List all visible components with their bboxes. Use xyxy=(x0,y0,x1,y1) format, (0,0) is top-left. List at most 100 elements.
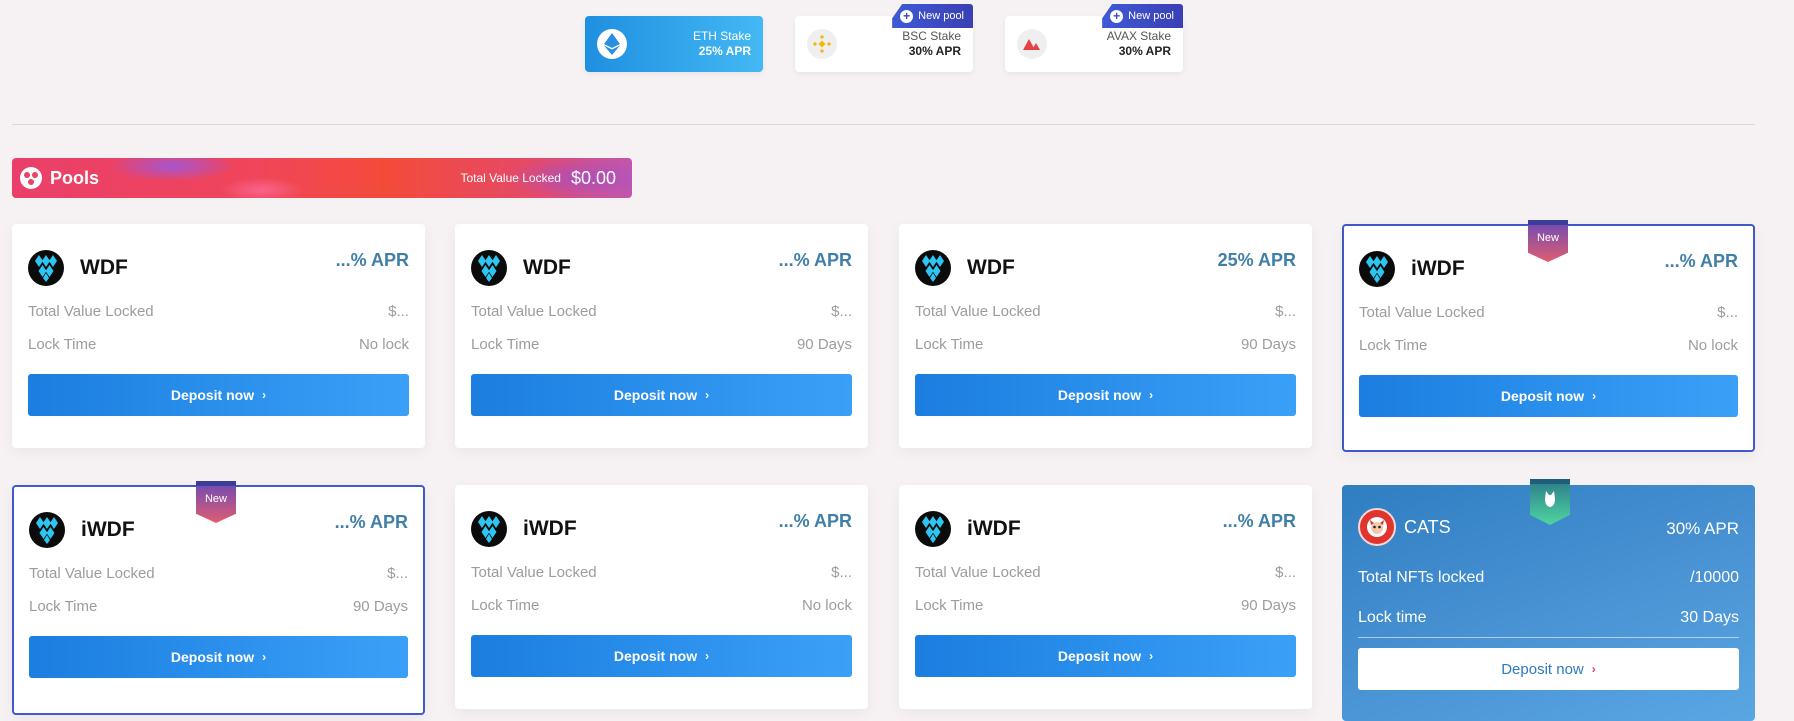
lock-time-value: No lock xyxy=(358,336,409,353)
token-name: CATS xyxy=(1404,516,1451,537)
plus-icon: + xyxy=(1110,9,1124,23)
deposit-button[interactable]: Deposit now › xyxy=(1359,375,1738,417)
apr-value: 30% APR xyxy=(1666,519,1739,538)
deposit-button[interactable]: Deposit now › xyxy=(915,374,1296,416)
deposit-label: Deposit now xyxy=(1057,648,1142,664)
new-pool-label: New pool xyxy=(1128,10,1174,22)
token-name: WDF xyxy=(967,256,1015,279)
apr-value: ...% APR xyxy=(1664,251,1738,271)
divider xyxy=(12,124,1755,125)
chain-tab-name: BSC Stake xyxy=(902,29,961,43)
chevron-right-icon: › xyxy=(1149,388,1154,402)
token-name: iWDF xyxy=(523,517,577,540)
new-pool-tag: + New pool xyxy=(892,4,973,28)
wdf-token-icon xyxy=(29,512,65,548)
chain-tab-name: ETH Stake xyxy=(692,29,751,43)
tvl-label: Total Value Locked xyxy=(915,564,1041,581)
lock-time-label: Lock Time xyxy=(28,336,97,353)
apr-value: ...% APR xyxy=(1222,511,1296,531)
chevron-right-icon: › xyxy=(1591,662,1596,676)
lock-time-value: 90 Days xyxy=(796,336,852,353)
chevron-right-icon: › xyxy=(1149,649,1154,663)
nfts-locked-label: Total NFTs locked xyxy=(1358,569,1485,586)
wdf-token-icon xyxy=(1359,251,1395,287)
tvl-label: Total Value Locked xyxy=(471,564,597,581)
chain-tab-apr: 30% APR xyxy=(1118,44,1171,58)
chain-tab-apr: 25% APR xyxy=(698,44,751,58)
lock-time-value: 30 Days xyxy=(1680,608,1739,626)
plus-icon: + xyxy=(900,9,914,23)
tvl-value: $... xyxy=(831,564,852,581)
tvl-value: $... xyxy=(1275,303,1296,320)
nfts-locked-value: /10000 xyxy=(1690,569,1739,586)
chain-tab-eth[interactable]: ETH Stake 25% APR xyxy=(585,16,763,72)
deposit-button[interactable]: Deposit now › xyxy=(29,636,408,678)
new-pool-label: New pool xyxy=(918,10,964,22)
deposit-button[interactable]: Deposit now › xyxy=(471,374,852,416)
chain-tabs: ETH Stake 25% APR + New pool BSC Stake 3… xyxy=(585,4,1183,72)
chain-tab-bsc[interactable]: + New pool BSC Stake 30% APR xyxy=(795,4,973,72)
pools-title: Pools xyxy=(50,167,100,188)
lock-time-label: Lock Time xyxy=(915,336,984,353)
apr-value: ...% APR xyxy=(778,511,852,531)
tvl-label: Total Value Locked xyxy=(915,303,1041,320)
chain-tab-name: AVAX Stake xyxy=(1106,29,1171,43)
apr-value: ...% APR xyxy=(334,512,408,532)
lock-time-value: No lock xyxy=(801,597,852,614)
lock-time-value: 90 Days xyxy=(352,598,408,615)
wdf-token-icon xyxy=(28,250,64,286)
lock-time-value: 90 Days xyxy=(1240,597,1296,614)
lock-time-label: Lock time xyxy=(1358,608,1427,626)
wdf-token-icon xyxy=(471,511,507,547)
tvl-label: Total Value Locked xyxy=(471,303,597,320)
pool-card: WDF 25% APR Total Value Locked $... Lock … xyxy=(899,224,1312,448)
cat-paw-icon xyxy=(1545,491,1555,507)
new-ribbon-label: New xyxy=(204,493,227,505)
total-value-locked-value: $0.00 xyxy=(570,167,616,188)
tvl-label: Total Value Locked xyxy=(28,303,154,320)
token-name: iWDF xyxy=(1411,257,1465,280)
deposit-button[interactable]: Deposit now › xyxy=(1358,648,1739,690)
total-value-locked-label: Total Value Locked xyxy=(460,171,561,185)
chevron-right-icon: › xyxy=(1592,389,1597,403)
deposit-button[interactable]: Deposit now › xyxy=(28,374,409,416)
lock-time-label: Lock Time xyxy=(915,597,984,614)
lock-time-label: Lock Time xyxy=(471,597,540,614)
deposit-button[interactable]: Deposit now › xyxy=(471,635,852,677)
apr-value: 25% APR xyxy=(1217,250,1296,270)
ethereum-icon xyxy=(597,29,627,59)
apr-value: ...% APR xyxy=(778,250,852,270)
deposit-button[interactable]: Deposit now › xyxy=(915,635,1296,677)
chevron-right-icon: › xyxy=(705,649,710,663)
lock-time-label: Lock Time xyxy=(471,336,540,353)
chevron-right-icon: › xyxy=(262,388,267,402)
pools-icon xyxy=(20,167,42,189)
deposit-label: Deposit now xyxy=(1057,387,1142,403)
lock-time-value: 90 Days xyxy=(1240,336,1296,353)
chain-tab-apr: 30% APR xyxy=(908,44,961,58)
avalanche-icon xyxy=(1017,29,1047,59)
deposit-label: Deposit now xyxy=(1500,388,1585,404)
deposit-label: Deposit now xyxy=(613,387,698,403)
wdf-token-icon xyxy=(915,250,951,286)
token-name: WDF xyxy=(523,256,571,279)
lock-time-label: Lock Time xyxy=(1359,337,1428,354)
tvl-value: $... xyxy=(831,303,852,320)
pool-card: WDF ...% APR Total Value Locked $... Lock… xyxy=(12,224,425,448)
tvl-value: $... xyxy=(388,303,409,320)
new-pool-tag: + New pool xyxy=(1102,4,1183,28)
tvl-label: Total Value Locked xyxy=(1359,304,1485,321)
token-name: WDF xyxy=(80,256,128,279)
chain-tab-avax[interactable]: + New pool AVAX Stake 30% APR xyxy=(1005,4,1183,72)
pool-card: New iWDF ...% APR Total Value Locked $...… xyxy=(1342,220,1755,452)
deposit-label: Deposit now xyxy=(613,648,698,664)
cats-nft-pool-card: CATS 30% APR Total NFTs locked/10000 Loc… xyxy=(1342,479,1755,721)
chevron-right-icon: › xyxy=(262,650,267,664)
apr-value: ...% APR xyxy=(335,250,409,270)
new-ribbon-label: New xyxy=(1536,232,1559,244)
wdf-token-icon xyxy=(915,511,951,547)
lock-time-label: Lock Time xyxy=(29,598,98,615)
lock-time-value: No lock xyxy=(1687,337,1738,354)
token-name: iWDF xyxy=(967,517,1021,540)
cats-token-icon xyxy=(1358,508,1396,546)
